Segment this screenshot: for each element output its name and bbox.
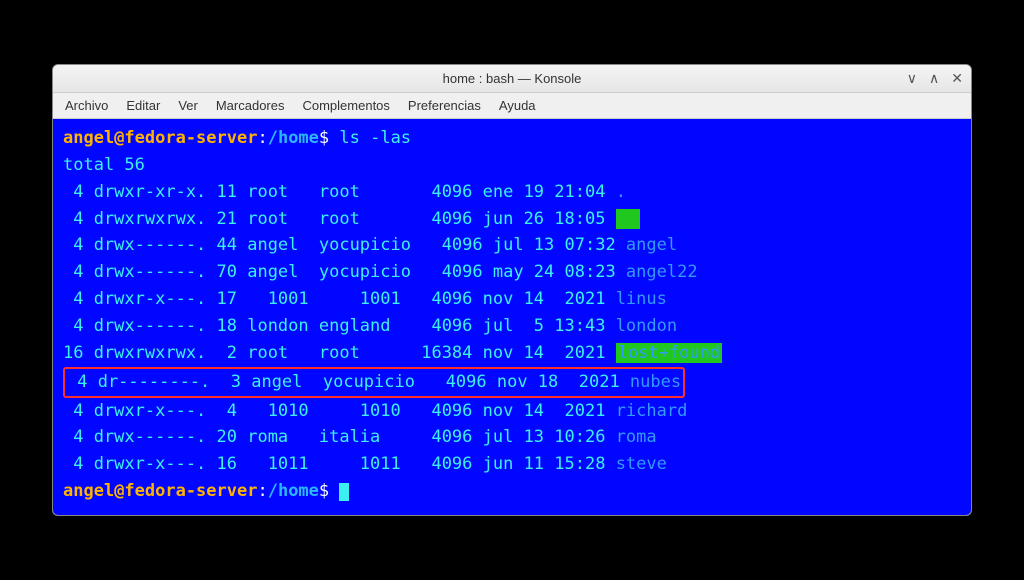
konsole-window: home : bash — Konsole ∨ ∧ ✕ Archivo Edit… (52, 64, 972, 516)
menu-preferencias[interactable]: Preferencias (408, 98, 481, 113)
menubar: Archivo Editar Ver Marcadores Complement… (53, 93, 971, 119)
terminal-wrapper: angel@fedora-server:/home$ ls -las total… (53, 119, 971, 515)
close-icon[interactable]: ✕ (951, 71, 963, 85)
terminal-output[interactable]: angel@fedora-server:/home$ ls -las total… (53, 119, 971, 515)
menu-complementos[interactable]: Complementos (302, 98, 389, 113)
maximize-icon[interactable]: ∧ (929, 71, 939, 85)
window-controls: ∨ ∧ ✕ (907, 65, 963, 92)
menu-editar[interactable]: Editar (126, 98, 160, 113)
cursor (339, 483, 349, 501)
menu-ayuda[interactable]: Ayuda (499, 98, 536, 113)
menu-archivo[interactable]: Archivo (65, 98, 108, 113)
titlebar[interactable]: home : bash — Konsole ∨ ∧ ✕ (53, 65, 971, 93)
menu-ver[interactable]: Ver (178, 98, 198, 113)
minimize-icon[interactable]: ∨ (907, 71, 917, 85)
menu-marcadores[interactable]: Marcadores (216, 98, 285, 113)
window-title: home : bash — Konsole (443, 71, 582, 86)
